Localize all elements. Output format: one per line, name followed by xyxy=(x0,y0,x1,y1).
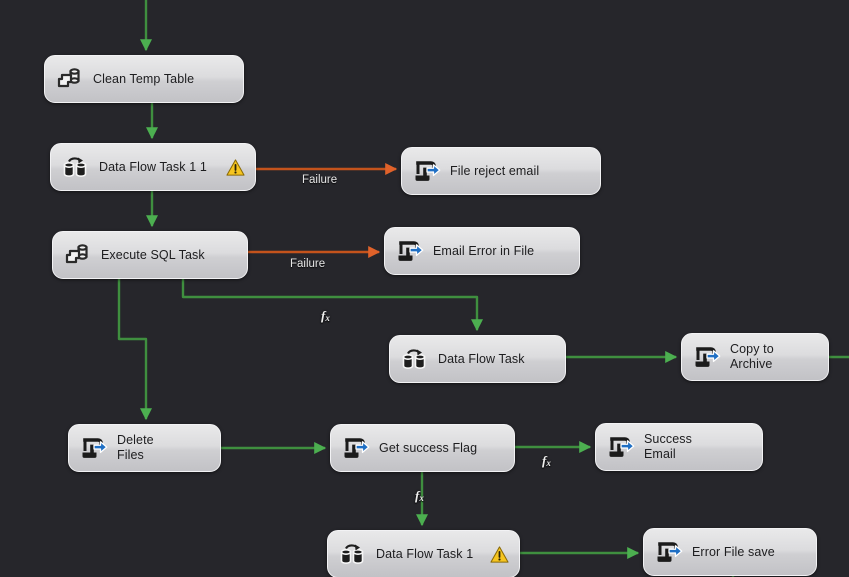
node-label: Success Email xyxy=(644,432,692,461)
fx-x: x xyxy=(325,313,330,323)
edge-execute-sql-task-to-delete-files xyxy=(117,279,152,421)
edge-label-failure-1: Failure xyxy=(302,174,338,186)
node-label: Get success Flag xyxy=(379,440,478,455)
node-label: Clean Temp Table xyxy=(93,71,195,86)
node-data-flow-task-1[interactable]: Data Flow Task 1 xyxy=(327,530,520,577)
node-label: Error File save xyxy=(692,544,775,559)
data-flow-task-icon xyxy=(336,537,370,571)
fx-x: x xyxy=(419,493,424,503)
node-data-flow-task[interactable]: Data Flow Task xyxy=(389,335,566,383)
send-mail-task-icon xyxy=(339,431,373,465)
node-label: Email Error in File xyxy=(433,243,535,258)
send-mail-task-icon xyxy=(77,431,111,465)
node-error-file-save[interactable]: Error File save xyxy=(643,528,817,576)
send-mail-task-icon xyxy=(410,154,444,188)
execute-sql-task-icon xyxy=(61,238,95,272)
node-execute-sql-task[interactable]: Execute SQL Task xyxy=(52,231,248,279)
warning-icon[interactable] xyxy=(225,157,245,177)
fx-marker-get-success-to-success-email: fx xyxy=(542,454,551,470)
fx-marker-get-success-to-data-flow-1: fx xyxy=(415,489,424,505)
edge-label-failure-2: Failure xyxy=(290,258,326,270)
node-label: Delete Files xyxy=(117,433,154,462)
node-label: Execute SQL Task xyxy=(101,247,205,262)
node-email-error-in-file[interactable]: Email Error in File xyxy=(384,227,580,275)
node-label: Data Flow Task 1 xyxy=(376,546,474,561)
node-label: Copy to Archive xyxy=(730,342,774,371)
node-delete-files[interactable]: Delete Files xyxy=(68,424,221,472)
node-label: Data Flow Task 1 1 xyxy=(99,159,207,174)
data-flow-task-icon xyxy=(59,150,93,184)
node-data-flow-task-1-1[interactable]: Data Flow Task 1 1 xyxy=(50,143,256,191)
execute-sql-task-icon xyxy=(53,62,87,96)
warning-icon[interactable] xyxy=(489,544,509,564)
node-label: Data Flow Task xyxy=(438,351,525,366)
node-label: File reject email xyxy=(450,163,540,178)
control-flow-canvas[interactable]: Clean Temp Table Data Flow Task 1 1 File… xyxy=(0,0,849,577)
send-mail-task-icon xyxy=(393,234,427,268)
edge-execute-sql-task-to-data-flow-task xyxy=(181,279,483,332)
fx-x: x xyxy=(546,458,551,468)
send-mail-task-icon xyxy=(690,340,724,374)
send-mail-task-icon xyxy=(604,430,638,464)
data-flow-task-icon xyxy=(398,342,432,376)
node-copy-to-archive[interactable]: Copy to Archive xyxy=(681,333,829,381)
node-clean-temp-table[interactable]: Clean Temp Table xyxy=(44,55,244,103)
node-get-success-flag[interactable]: Get success Flag xyxy=(330,424,515,472)
node-file-reject-email[interactable]: File reject email xyxy=(401,147,601,195)
node-success-email[interactable]: Success Email xyxy=(595,423,763,471)
send-mail-task-icon xyxy=(652,535,686,569)
fx-marker-execute-sql-to-data-flow: fx xyxy=(321,309,330,325)
